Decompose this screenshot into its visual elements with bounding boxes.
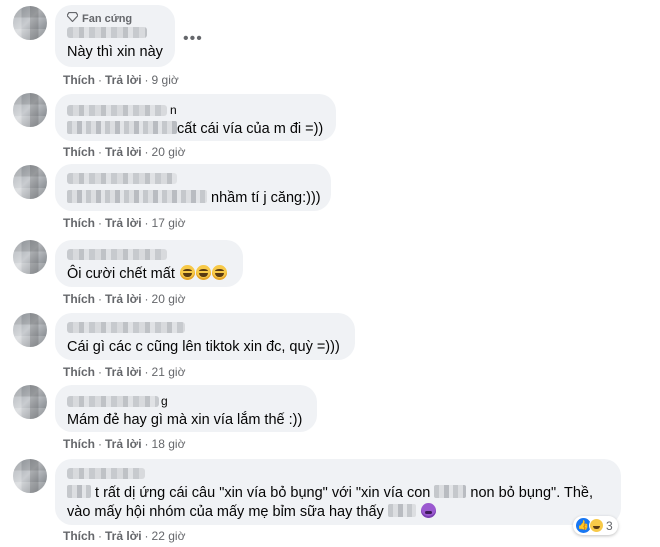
purple-face-emoji-icon	[420, 503, 436, 518]
reply-link[interactable]: Trả lời	[105, 529, 142, 543]
avatar[interactable]	[13, 459, 47, 493]
redacted-text	[67, 485, 91, 498]
avatar[interactable]	[13, 240, 47, 274]
fan-badge-label: Fan cứng	[82, 12, 133, 25]
timestamp[interactable]: 20 giờ	[152, 145, 186, 159]
reply-link[interactable]: Trả lời	[105, 292, 142, 306]
timestamp[interactable]: 21 giờ	[152, 365, 186, 379]
comment-text-line-2: vào mấy hội nhóm của mấy mẹ bỉm sữa hay …	[67, 503, 609, 522]
avatar[interactable]	[13, 6, 47, 40]
reply-link[interactable]: Trả lời	[105, 145, 142, 159]
commenter-name-redacted[interactable]	[67, 468, 145, 479]
comment-bubble: n cất cái vía của m đi =))	[55, 94, 336, 141]
comment-meta: Thích · Trả lời · 18 giờ	[63, 437, 186, 451]
commenter-name-fragment: g	[161, 394, 168, 408]
tears-of-joy-emoji-icon	[195, 265, 211, 280]
comment-text: Mám đẻ hay gì mà xin vía lắm thế :))	[67, 412, 303, 428]
comment-bubble: g Mám đẻ hay gì mà xin vía lắm thế :))	[55, 385, 317, 432]
commenter-name-fragment: n	[170, 103, 177, 117]
comment-text: nhầm tí j căng:)))	[67, 189, 321, 208]
comment-text-line-1: t rất dị ứng cái câu "xin vía bỏ bụng" v…	[67, 484, 609, 503]
timestamp[interactable]: 17 giờ	[152, 216, 186, 230]
comment-bubble: Cái gì các c cũng lên tiktok xin đc, quỳ…	[55, 313, 355, 360]
like-link[interactable]: Thích	[63, 145, 95, 159]
comment-bubble: Ôi cười chết mất	[55, 240, 243, 287]
comment-text: cất cái vía của m đi =))	[67, 120, 324, 139]
comment-meta: Thích · Trả lời · 22 giờ	[63, 529, 186, 543]
comment-meta: Thích · Trả lời · 21 giờ	[63, 365, 186, 379]
like-link[interactable]: Thích	[63, 365, 95, 379]
redacted-text	[67, 190, 207, 203]
reply-link[interactable]: Trả lời	[105, 216, 142, 230]
avatar[interactable]	[13, 165, 47, 199]
commenter-name-redacted[interactable]	[67, 105, 167, 116]
commenter-name-redacted[interactable]	[67, 173, 177, 184]
comment-meta: Thích · Trả lời · 9 giờ	[63, 73, 179, 87]
reply-link[interactable]: Trả lời	[105, 73, 142, 87]
like-link[interactable]: Thích	[63, 437, 95, 451]
reply-link[interactable]: Trả lời	[105, 365, 142, 379]
tears-of-joy-emoji-icon	[179, 265, 195, 280]
comment-bubble: Fan cứng Này thì xin này	[55, 5, 175, 67]
fan-badge: Fan cứng	[66, 11, 163, 25]
more-options-icon[interactable]: •••	[183, 30, 203, 48]
reaction-count: 3	[606, 518, 613, 533]
commenter-name-redacted[interactable]	[67, 249, 167, 260]
comment-bubble: nhầm tí j căng:)))	[55, 164, 331, 211]
commenter-name-redacted[interactable]	[67, 27, 147, 38]
redacted-text	[434, 485, 467, 498]
timestamp[interactable]: 9 giờ	[152, 73, 179, 87]
timestamp[interactable]: 20 giờ	[152, 292, 186, 306]
redacted-text	[387, 504, 416, 517]
tears-of-joy-emoji-icon	[211, 265, 227, 280]
reply-link[interactable]: Trả lời	[105, 437, 142, 451]
comment-text: Cái gì các c cũng lên tiktok xin đc, quỳ…	[67, 339, 340, 355]
avatar[interactable]	[13, 93, 47, 127]
comment-text: Này thì xin này	[67, 44, 163, 60]
avatar[interactable]	[13, 385, 47, 419]
like-link[interactable]: Thích	[63, 73, 95, 87]
like-link[interactable]: Thích	[63, 292, 95, 306]
commenter-name-redacted[interactable]	[67, 322, 185, 333]
comment-meta: Thích · Trả lời · 20 giờ	[63, 292, 186, 306]
timestamp[interactable]: 22 giờ	[152, 529, 186, 543]
redacted-text	[67, 121, 177, 134]
avatar[interactable]	[13, 313, 47, 347]
commenter-name-redacted[interactable]	[67, 396, 159, 407]
comment-meta: Thích · Trả lời · 20 giờ	[63, 145, 186, 159]
comment-text: Ôi cười chết mất	[67, 265, 231, 284]
like-link[interactable]: Thích	[63, 216, 95, 230]
timestamp[interactable]: 18 giờ	[152, 437, 186, 451]
comment-meta: Thích · Trả lời · 17 giờ	[63, 216, 186, 230]
like-link[interactable]: Thích	[63, 529, 95, 543]
haha-reaction-icon	[589, 518, 604, 533]
diamond-icon	[66, 11, 79, 25]
comment-bubble: t rất dị ứng cái câu "xin vía bỏ bụng" v…	[55, 459, 621, 525]
reaction-summary[interactable]: 👍 3	[573, 516, 618, 535]
